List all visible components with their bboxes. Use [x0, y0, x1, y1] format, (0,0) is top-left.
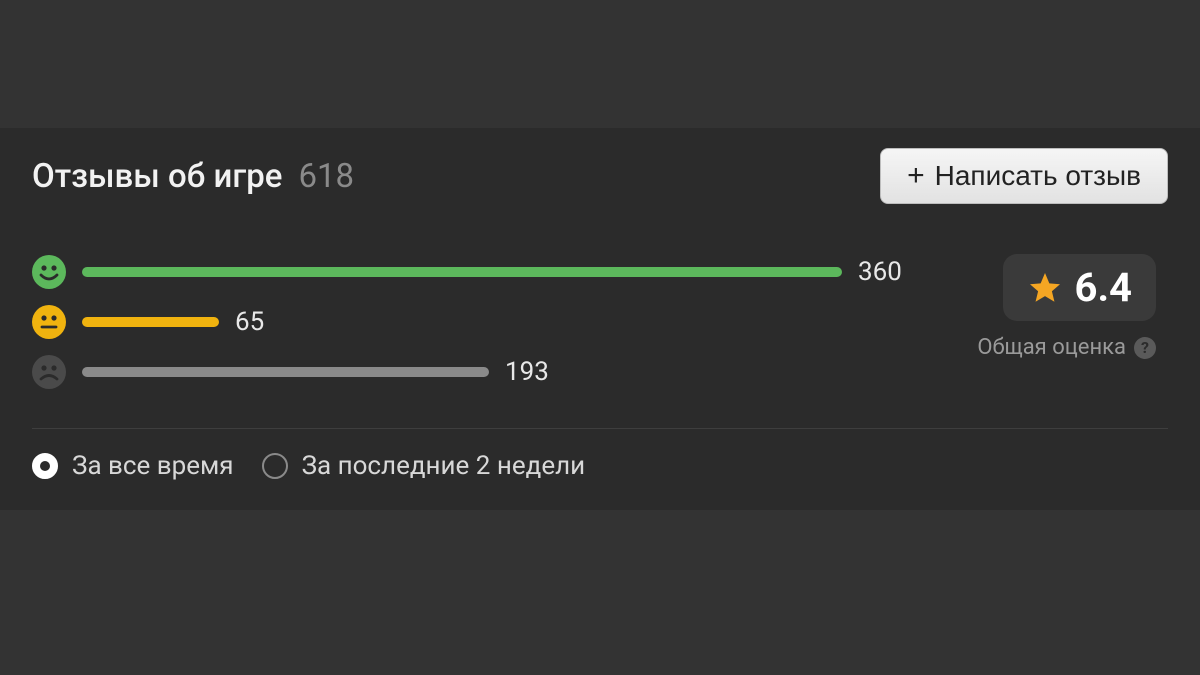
radio-dot-icon [40, 461, 50, 471]
header-row: Отзывы об игре 618 + Написать отзыв [32, 148, 1168, 204]
reviews-count: 618 [298, 157, 354, 196]
frown-icon [32, 355, 66, 389]
filter-radio-two-weeks[interactable]: За последние 2 недели [262, 451, 586, 481]
bar-value-neutral: 65 [235, 307, 264, 337]
bar-neutral [82, 317, 219, 327]
filter-row: За все время За последние 2 недели [32, 429, 1168, 503]
write-review-button[interactable]: + Написать отзыв [880, 148, 1168, 204]
smile-icon [32, 255, 66, 289]
bar-row-negative: 193 [32, 354, 937, 390]
help-icon[interactable]: ? [1134, 337, 1156, 359]
filter-radio-all-time[interactable]: За все время [32, 451, 234, 481]
neutral-icon [32, 305, 66, 339]
bar-row-positive: 360 [32, 254, 937, 290]
bar-row-neutral: 65 [32, 304, 937, 340]
bar-positive [82, 267, 842, 277]
plus-icon: + [907, 161, 925, 191]
rating-label-row: Общая оценка ? [977, 335, 1156, 360]
reviews-panel: Отзывы об игре 618 + Написать отзыв 360 [0, 128, 1200, 510]
rating-pill: 6.4 [1003, 254, 1157, 321]
rating-box: 6.4 Общая оценка ? [977, 254, 1168, 390]
rating-score: 6.4 [1075, 264, 1133, 311]
rating-bars: 360 65 193 [32, 254, 937, 390]
bar-negative [82, 367, 489, 377]
reviews-title: Отзывы об игре [32, 157, 282, 196]
filter-label-two-weeks: За последние 2 недели [302, 451, 586, 481]
bar-value-negative: 193 [505, 357, 549, 387]
radio-icon [32, 453, 58, 479]
content-row: 360 65 193 [32, 254, 1168, 390]
filter-label-all-time: За все время [72, 451, 234, 481]
write-review-label: Написать отзыв [935, 160, 1141, 192]
rating-label: Общая оценка [977, 335, 1126, 360]
star-icon [1027, 270, 1063, 306]
title-wrap: Отзывы об игре 618 [32, 157, 354, 196]
bar-value-positive: 360 [858, 257, 902, 287]
radio-icon [262, 453, 288, 479]
